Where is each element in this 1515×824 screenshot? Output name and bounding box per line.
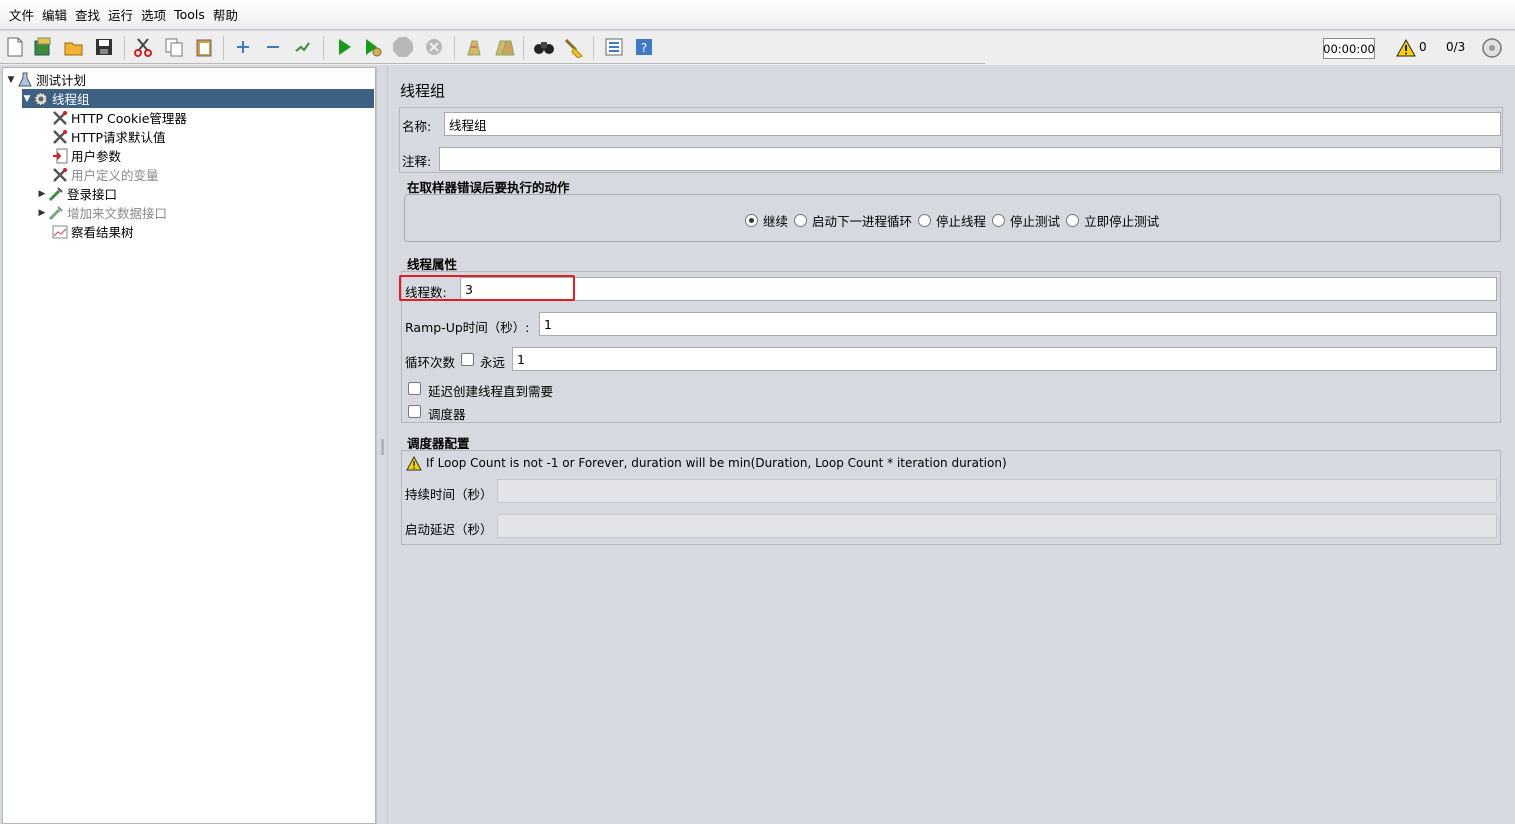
tree-node-label: 测试计划 [36,73,87,88]
tree-node-label: 增加来文数据接口 [67,206,168,221]
tree-node-thread-group[interactable]: ▼ 线程组 [22,89,374,108]
clear-all-icon[interactable] [493,36,515,58]
start-no-pauses-icon[interactable] [362,36,384,58]
search-icon[interactable] [533,36,555,58]
scheduler-label: 调度器 [428,407,466,422]
name-label: 名称: [402,119,432,134]
shutdown-icon[interactable] [423,36,445,58]
scheduler-checkbox[interactable] [408,405,421,418]
radio-start-next-loop[interactable]: 启动下一进程循环 [794,211,912,230]
tree-node-label: 登录接口 [67,187,118,202]
rampup-input[interactable]: 1 [539,312,1497,336]
comment-label: 注释: [402,154,432,169]
cut-icon[interactable] [132,36,154,58]
warning-icon [406,455,422,474]
open-icon[interactable] [63,36,85,58]
panel-title: 线程组 [400,82,446,100]
menu-bar: 文件 编辑 查找 运行 选项 Tools 帮助 [0,0,1515,30]
stop-icon[interactable] [392,36,414,58]
startup-delay-label: 启动延迟（秒） [405,522,493,537]
tree-node-label: HTTP请求默认值 [71,130,166,145]
menu-file[interactable]: 文件 [6,5,37,24]
collapse-arrow-icon[interactable]: ▼ [22,94,32,104]
name-input[interactable]: 线程组 [444,112,1501,136]
tree-node-user-parameters[interactable]: 用户参数 [41,146,121,165]
svg-text:?: ? [641,41,647,55]
start-icon[interactable] [333,36,355,58]
startup-delay-input[interactable] [497,514,1497,538]
expand-arrow-icon[interactable]: ▶ [37,208,47,218]
radio-continue[interactable]: 继续 [745,211,788,230]
scheduler-warning-text: If Loop Count is not -1 or Forever, dura… [426,456,1007,470]
menu-edit[interactable]: 编辑 [39,5,70,24]
wrench-icon [51,167,69,183]
templates-icon[interactable] [32,36,54,58]
tree-node-user-defined-vars[interactable]: 用户定义的变量 [41,165,159,184]
tree-node-label: 用户定义的变量 [71,168,159,183]
tree-node-test-plan[interactable]: ▼ 测试计划 [6,70,86,89]
wrench-icon [51,110,69,126]
menu-run[interactable]: 运行 [105,5,136,24]
radio-stop-test-now[interactable]: 立即停止测试 [1066,211,1159,230]
split-pane-divider[interactable] [376,67,388,824]
gear-icon [32,91,50,107]
menu-tools[interactable]: Tools [171,7,208,22]
listener-chart-icon [51,224,69,240]
reset-search-icon[interactable] [562,36,584,58]
tree-node-label: 线程组 [52,92,90,107]
radio-stop-test[interactable]: 停止测试 [992,211,1060,230]
save-icon[interactable] [93,36,115,58]
warning-icon[interactable] [1395,37,1417,59]
duration-label: 持续时间（秒） [405,487,493,502]
function-helper-icon[interactable] [603,36,625,58]
collapse-arrow-icon[interactable]: ▼ [6,75,16,85]
tree-node-add-document-api[interactable]: ▶ 增加来文数据接口 [37,203,167,222]
tree-node-cookie-manager[interactable]: HTTP Cookie管理器 [41,108,187,127]
highlight-box [399,275,575,301]
tree-node-label: 用户参数 [71,149,122,164]
comment-input[interactable] [439,147,1501,171]
flask-icon [16,72,34,88]
status-icon[interactable] [1481,37,1503,59]
elapsed-timer: 00:00:00 [1323,38,1375,59]
sampler-pipette-icon [47,205,65,221]
copy-icon[interactable] [163,36,185,58]
forever-label: 永远 [480,355,506,370]
toolbar: ? 00:00:00 0 0/3 [0,31,1515,65]
delay-thread-creation-label: 延迟创建线程直到需要 [428,384,554,399]
new-icon[interactable] [4,36,26,58]
tree-node-label: HTTP Cookie管理器 [71,111,187,126]
tree-node-view-results-tree[interactable]: 察看结果树 [41,222,134,241]
clear-icon[interactable] [463,36,485,58]
loop-count-input[interactable]: 1 [512,347,1497,371]
radio-stop-thread[interactable]: 停止线程 [918,211,986,230]
thread-count-input[interactable]: 3 [460,277,1497,301]
expand-arrow-icon[interactable]: ▶ [37,189,47,199]
menu-help[interactable]: 帮助 [210,5,241,24]
menu-search[interactable]: 查找 [72,5,103,24]
test-plan-tree[interactable]: ▼ 测试计划 ▼ 线程组 HTTP Cookie管理器 HTTP请求默认值 用户… [2,67,376,824]
help-icon[interactable]: ? [633,36,655,58]
wrench-icon [51,129,69,145]
tree-node-label: 察看结果树 [71,225,134,240]
duration-input[interactable] [497,479,1497,503]
expand-all-icon[interactable] [232,36,254,58]
rampup-label: Ramp-Up时间（秒）: [405,320,530,335]
paste-icon[interactable] [193,36,215,58]
preprocessor-icon [51,148,69,164]
toggle-icon[interactable] [292,36,314,58]
error-action-group: 继续 启动下一进程循环 停止线程 停止测试 立即停止测试 [404,194,1501,242]
collapse-all-icon[interactable] [262,36,284,58]
active-threads: 0/3 [1446,40,1466,54]
menu-options[interactable]: 选项 [138,5,169,24]
warning-count: 0 [1419,40,1427,54]
forever-checkbox[interactable] [461,353,474,366]
loop-count-label: 循环次数 [405,355,456,370]
delay-thread-creation-checkbox[interactable] [408,382,421,395]
thread-group-panel: 线程组 名称: 线程组 注释: 在取样器错误后要执行的动作 继续 启动下一进程循… [389,67,1515,824]
sampler-pipette-icon [47,186,65,202]
tree-node-http-defaults[interactable]: HTTP请求默认值 [41,127,166,146]
tree-node-login-api[interactable]: ▶ 登录接口 [37,184,117,203]
